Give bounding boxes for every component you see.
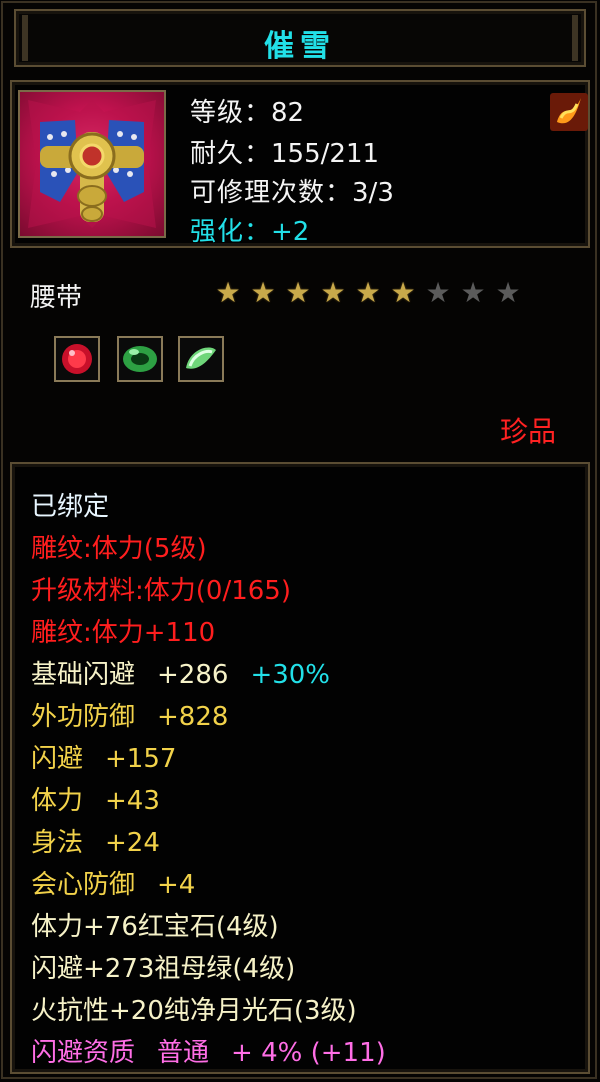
base-dodge-value: +286 (157, 660, 229, 690)
crit-defense-line: 会心防御 +4 (31, 864, 195, 901)
repair-line: 可修理次数：3/3 (190, 172, 394, 209)
star-filled-icon: ★ (285, 276, 311, 309)
star-rating: ★ ★ ★ ★ ★ ★ ★ ★ ★ (213, 278, 523, 308)
flag-icon (549, 92, 589, 132)
enhance-line: 强化：+2 (190, 211, 309, 248)
star-filled-icon: ★ (320, 276, 346, 309)
belt-icon (18, 90, 166, 238)
gem-bonus-2: 闪避+273祖母绿(4级) (31, 954, 296, 984)
stamina-line: 体力 +43 (31, 780, 160, 817)
quality-value: + 4% (+11) (231, 1038, 386, 1068)
base-dodge-label: 基础闪避 (31, 660, 136, 690)
engrave-line: 雕纹:体力(5级) (31, 534, 207, 564)
gem-bonus-3: 火抗性+20纯净月光石(3级) (31, 996, 357, 1026)
bound-status: 已绑定 (31, 492, 110, 522)
item-tooltip: 催雪 等级：82 耐久：155/211 可修理次数：3/3 强化：+2 腰带 ★… (0, 0, 600, 1082)
ext-defense-line: 外功防御 +828 (31, 696, 228, 733)
quality-label: 闪避资质 (31, 1038, 136, 1068)
rarity-label: 珍品 (500, 415, 557, 448)
enhance-label: 强化： (190, 217, 272, 247)
star-filled-icon: ★ (250, 276, 276, 309)
dodge-line: 闪避 +157 (31, 738, 176, 775)
gem-bonus-1: 体力+76红宝石(4级) (31, 912, 279, 942)
base-dodge-line: 基础闪避 +286 +30% (31, 654, 330, 691)
agility-line: 身法 +24 (31, 822, 160, 859)
agility-value: +24 (105, 828, 160, 858)
emerald-gem-icon (117, 336, 163, 382)
crit-defense-label: 会心防御 (31, 870, 136, 900)
agility-label: 身法 (31, 828, 84, 858)
repair-label: 可修理次数： (190, 178, 353, 208)
star-empty-icon: ★ (495, 276, 521, 309)
engrave-bonus-line: 雕纹:体力+110 (31, 618, 216, 648)
durability-line: 耐久：155/211 (190, 133, 379, 170)
upgrade-material-line: 升级材料:体力(0/165) (31, 576, 291, 606)
moonstone-gem-icon (178, 336, 224, 382)
title-bar: 催雪 (14, 9, 586, 67)
level-label: 等级： (190, 98, 272, 128)
base-dodge-bonus: +30% (250, 660, 331, 690)
quality-grade: 普通 (157, 1038, 210, 1068)
star-empty-icon: ★ (425, 276, 451, 309)
ext-defense-value: +828 (157, 702, 229, 732)
ext-defense-label: 外功防御 (31, 702, 136, 732)
star-filled-icon: ★ (390, 276, 416, 309)
dodge-value: +157 (105, 744, 177, 774)
ruby-gem-icon (54, 336, 100, 382)
stamina-label: 体力 (31, 786, 84, 816)
dodge-quality-line: 闪避资质 普通 + 4% (+11) (31, 1032, 386, 1069)
level-value: 82 (271, 98, 305, 128)
level-line: 等级：82 (190, 92, 304, 129)
item-name: 催雪 (264, 29, 336, 64)
repair-value: 3/3 (352, 178, 394, 208)
stamina-value: +43 (105, 786, 160, 816)
durability-value: 155/211 (271, 139, 380, 169)
star-filled-icon: ★ (215, 276, 241, 309)
crit-defense-value: +4 (157, 870, 196, 900)
item-type: 腰带 (30, 283, 83, 313)
dodge-label: 闪避 (31, 744, 84, 774)
star-empty-icon: ★ (460, 276, 486, 309)
enhance-value: +2 (271, 217, 310, 247)
star-filled-icon: ★ (355, 276, 381, 309)
durability-label: 耐久： (190, 139, 272, 169)
